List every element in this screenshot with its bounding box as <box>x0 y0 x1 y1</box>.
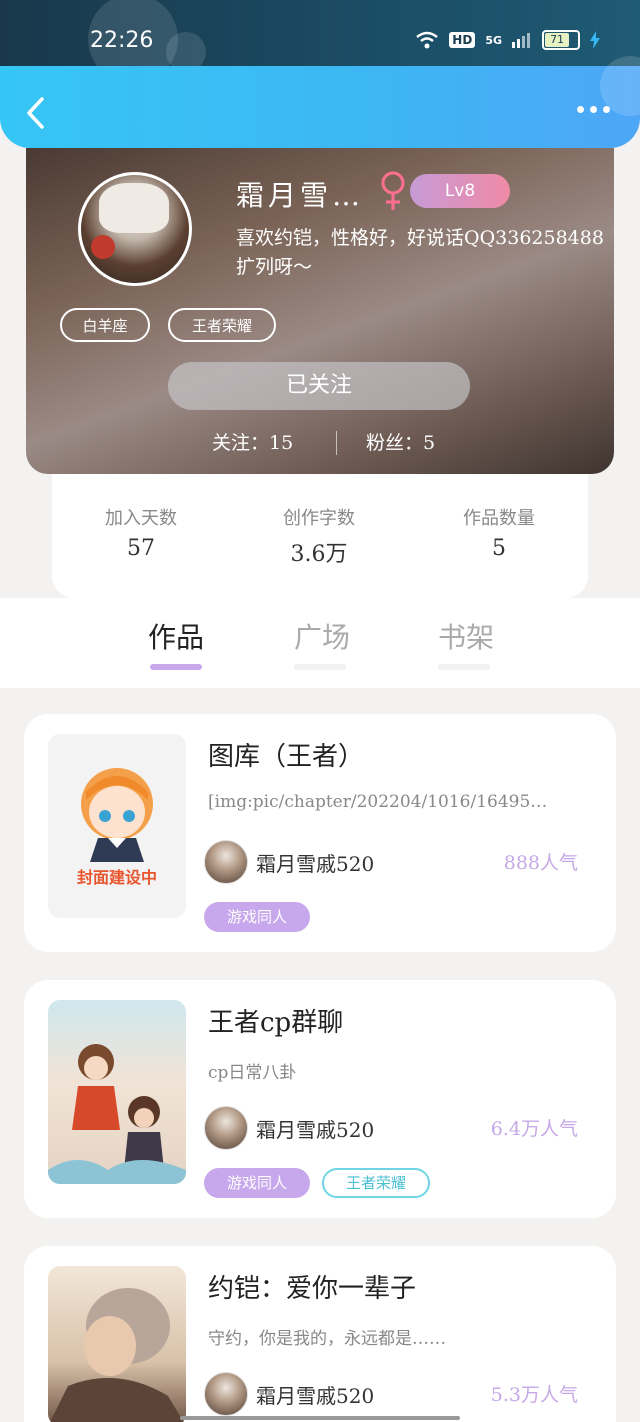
work-cover: 封面建设中 <box>48 734 186 918</box>
work-description: cp日常八卦 <box>208 1063 297 1083</box>
bio-text: 喜欢约铠，性格好，好说话QQ336258488 <box>236 227 604 249</box>
tag-game[interactable]: 王者荣耀 <box>168 308 276 342</box>
work-tag[interactable]: 游戏同人 <box>204 1168 310 1198</box>
level-badge: Lv8 <box>410 174 510 208</box>
work-cover <box>48 1000 186 1184</box>
summary-label: 加入天数 <box>105 508 177 529</box>
summary-value: 3.6万 <box>290 542 348 567</box>
summary-value: 57 <box>127 536 155 561</box>
battery-level: 71 <box>545 33 570 47</box>
divider <box>336 431 337 455</box>
network-label: 5G <box>485 33 502 47</box>
placeholder-character-icon <box>81 768 153 862</box>
work-cover <box>48 1266 186 1422</box>
work-card[interactable]: 约铠：爱你一辈子 守约，你是我的，永远都是…… 霜月雪戚520 5.3万人气 <box>24 1246 616 1422</box>
bio-text-line2: 扩列呀～ <box>236 256 313 278</box>
more-dots-icon[interactable] <box>577 106 610 113</box>
work-description: 守约，你是我的，永远都是…… <box>208 1329 446 1349</box>
dot <box>577 106 584 113</box>
back-arrow-icon[interactable] <box>24 96 48 130</box>
work-popularity: 888人气 <box>503 852 578 874</box>
work-card[interactable]: 王者cp群聊 cp日常八卦 霜月雪戚520 6.4万人气 游戏同人 王者荣耀 <box>24 980 616 1218</box>
author-name[interactable]: 霜月雪戚520 <box>256 848 374 877</box>
username: 霜月雪… <box>236 179 365 212</box>
app-bar <box>0 56 640 148</box>
avatar[interactable] <box>78 172 192 286</box>
hd-badge: HD <box>449 32 476 48</box>
summary-value: 5 <box>492 536 506 561</box>
work-popularity: 6.4万人气 <box>490 1118 578 1140</box>
tag-zodiac[interactable]: 白羊座 <box>60 308 150 342</box>
cover-illustration <box>48 1044 186 1184</box>
fans-count[interactable]: 粉丝：5 <box>366 428 435 455</box>
tab-works-underline <box>150 664 202 670</box>
work-title: 约铠：爱你一辈子 <box>208 1274 417 1304</box>
avatar-rose <box>91 235 115 259</box>
work-description: [img:pic/chapter/202204/1016/16495… <box>208 792 548 812</box>
summary-label: 创作字数 <box>283 508 355 529</box>
tab-square-underline <box>294 664 346 670</box>
status-icons: HD 5G 71 <box>415 30 600 50</box>
tab-bar: 作品 广场 书架 <box>0 598 640 688</box>
summary-word-count: 创作字数 3.6万 <box>244 504 394 568</box>
follow-button[interactable]: 已关注 <box>168 362 470 410</box>
author-avatar[interactable] <box>204 1372 248 1416</box>
cover-illustration <box>50 1288 184 1422</box>
work-tag[interactable]: 王者荣耀 <box>322 1168 430 1198</box>
status-time: 22:26 <box>90 28 154 53</box>
tab-bookshelf[interactable]: 书架 <box>416 616 516 656</box>
avatar-hair <box>99 183 169 233</box>
tab-square[interactable]: 广场 <box>272 616 372 656</box>
profile-card: 霜月雪… Lv8 喜欢约铠，性格好，好说话QQ336258488 扩列呀～ 白羊… <box>26 148 614 474</box>
author-name[interactable]: 霜月雪戚520 <box>256 1114 374 1143</box>
battery-icon: 71 <box>542 30 580 50</box>
summary-label: 作品数量 <box>463 508 535 529</box>
work-tag[interactable]: 游戏同人 <box>204 902 310 932</box>
work-card[interactable]: 封面建设中 图库（王者） [img:pic/chapter/202204/101… <box>24 714 616 952</box>
cover-placeholder-text: 封面建设中 <box>76 868 157 887</box>
following-count[interactable]: 关注：15 <box>212 428 293 455</box>
tab-bookshelf-underline <box>438 664 490 670</box>
author-avatar[interactable] <box>204 840 248 884</box>
signal-icon <box>512 33 530 48</box>
summary-work-count: 作品数量 5 <box>424 504 574 561</box>
home-indicator[interactable] <box>180 1416 460 1420</box>
dot <box>590 106 597 113</box>
wifi-icon <box>416 31 439 49</box>
summary-card: 加入天数 57 创作字数 3.6万 作品数量 5 <box>52 474 588 598</box>
summary-join-days: 加入天数 57 <box>66 504 216 561</box>
female-icon <box>381 171 405 210</box>
work-title: 王者cp群聊 <box>208 1008 344 1038</box>
dot <box>603 106 610 113</box>
author-name[interactable]: 霜月雪戚520 <box>256 1380 374 1409</box>
tab-works[interactable]: 作品 <box>126 616 226 656</box>
status-bar: 22:26 HD 5G 71 <box>0 0 640 84</box>
work-title: 图库（王者） <box>208 742 365 772</box>
author-avatar[interactable] <box>204 1106 248 1150</box>
work-popularity: 5.3万人气 <box>490 1384 578 1406</box>
charging-icon <box>590 31 600 49</box>
